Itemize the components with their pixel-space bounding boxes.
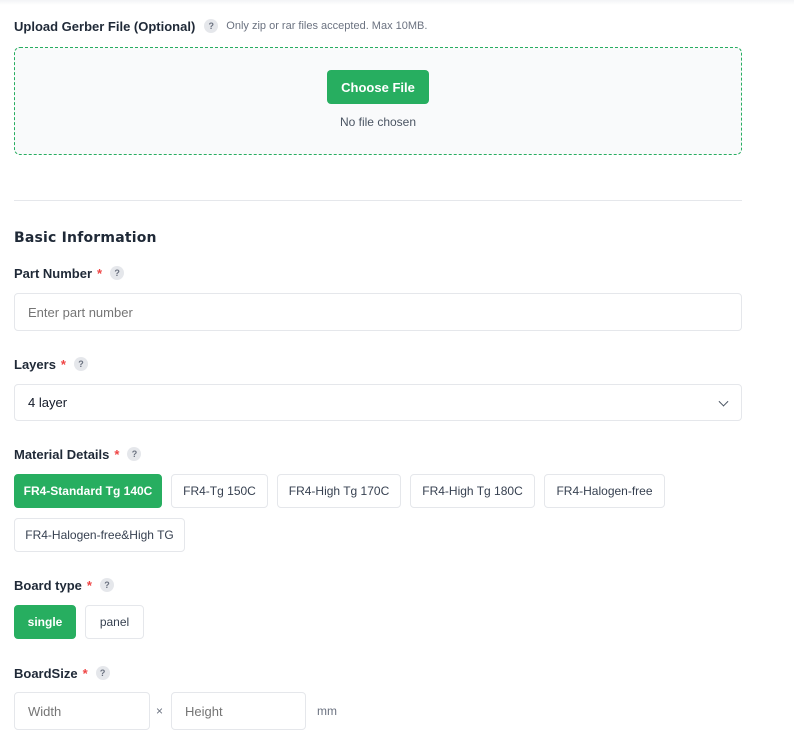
- help-icon[interactable]: ?: [73, 357, 88, 371]
- layers-select-value: 4 layer: [28, 395, 68, 410]
- choose-file-button[interactable]: Choose File: [327, 70, 429, 104]
- upload-label-row: Upload Gerber File (Optional) ? Only zip…: [14, 18, 427, 34]
- board-type-panel[interactable]: panel: [85, 605, 144, 639]
- required-marker: *: [97, 265, 103, 281]
- upload-hint: Only zip or rar files accepted. Max 10MB…: [226, 20, 428, 32]
- part-number-label-row: Part Number * ?: [14, 265, 125, 281]
- help-icon[interactable]: ?: [127, 447, 142, 461]
- material-option[interactable]: FR4-High Tg 180C: [410, 474, 535, 508]
- material-option[interactable]: FR4-Halogen-free&High TG: [14, 518, 185, 552]
- board-size-label-row: BoardSize * ?: [14, 665, 110, 681]
- layers-label: Layers: [14, 356, 56, 372]
- section-title: Basic Information: [14, 230, 157, 246]
- part-number-label: Part Number: [14, 265, 93, 281]
- file-status: No file chosen: [339, 115, 417, 129]
- upload-label: Upload Gerber File (Optional): [14, 18, 196, 34]
- material-label-row: Material Details * ?: [14, 446, 142, 462]
- size-separator: ×: [156, 704, 164, 718]
- file-dropzone[interactable]: Choose File No file chosen: [14, 47, 742, 155]
- board-size-label: BoardSize: [14, 665, 78, 681]
- required-marker: *: [82, 665, 88, 681]
- chevron-down-icon: [718, 396, 729, 407]
- help-icon[interactable]: ?: [99, 578, 114, 592]
- material-option[interactable]: FR4-Standard Tg 140C: [14, 474, 162, 508]
- material-option[interactable]: FR4-Tg 150C: [171, 474, 268, 508]
- board-width-input[interactable]: [14, 692, 150, 730]
- board-type-single[interactable]: single: [14, 605, 76, 639]
- board-type-label: Board type: [14, 577, 82, 593]
- layers-select[interactable]: 4 layer: [14, 384, 742, 421]
- material-option[interactable]: FR4-Halogen-free: [544, 474, 665, 508]
- board-type-label-row: Board type * ?: [14, 577, 114, 593]
- help-icon[interactable]: ?: [95, 666, 110, 680]
- top-edge-shadow: [0, 0, 794, 5]
- layers-label-row: Layers * ?: [14, 356, 88, 372]
- board-height-input[interactable]: [171, 692, 306, 730]
- required-marker: *: [60, 356, 66, 372]
- help-icon[interactable]: ?: [110, 266, 125, 280]
- help-icon[interactable]: ?: [204, 19, 219, 33]
- part-number-input[interactable]: [14, 293, 742, 331]
- section-divider: [14, 200, 742, 201]
- required-marker: *: [86, 577, 92, 593]
- material-label: Material Details: [14, 446, 110, 462]
- material-option[interactable]: FR4-High Tg 170C: [277, 474, 401, 508]
- size-unit: mm: [317, 704, 337, 718]
- required-marker: *: [114, 446, 120, 462]
